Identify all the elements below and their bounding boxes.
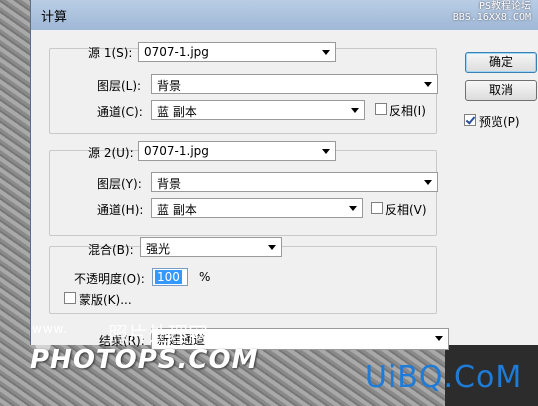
overlay-brand-logo: PHOTOPS.COM (30, 345, 259, 375)
source1-invert-checkbox[interactable] (375, 103, 387, 115)
dialog-title: 计算 (41, 10, 68, 25)
source1-layer-value: 背景 (157, 79, 182, 93)
source1-layer-label: 图层(L): (97, 79, 142, 93)
chevron-down-icon (435, 336, 443, 341)
chevron-down-icon (268, 245, 276, 250)
source1-label: 源 1(S): (88, 46, 133, 60)
source2-invert-label: 反相(V) (385, 203, 427, 217)
mask-label: 蒙版(K)... (79, 293, 132, 307)
calculations-dialog: 计算 PS教程论坛 BBS.16XX8.COM 源 1(S): 0707-1.j… (30, 0, 538, 350)
chevron-down-icon (424, 180, 432, 185)
source2-layer-label: 图层(Y): (97, 177, 142, 191)
source2-layer-value: 背景 (157, 177, 182, 191)
mask-checkbox[interactable] (64, 292, 76, 304)
preview-label: 预览(P) (479, 115, 520, 129)
source1-channel-value: 蓝 副本 (157, 105, 197, 119)
site-logo: UiBQ.CoM (365, 360, 523, 395)
source2-channel-label: 通道(H): (97, 203, 144, 217)
blend-mode-select[interactable]: 强光 (140, 237, 282, 257)
source2-label: 源 2(U): (88, 146, 134, 160)
opacity-value: 100 (155, 270, 182, 284)
chevron-down-icon (322, 149, 330, 154)
source1-invert-label: 反相(I) (389, 104, 426, 118)
blend-label: 混合(B): (88, 243, 134, 257)
forum-watermark: PS教程论坛 BBS.16XX8.COM (453, 1, 531, 23)
source2-invert-checkbox[interactable] (371, 202, 383, 214)
source1-file-select[interactable]: 0707-1.jpg (138, 42, 336, 62)
chevron-down-icon (322, 50, 330, 55)
source1-channel-label: 通道(C): (97, 105, 143, 119)
source2-channel-value: 蓝 副本 (157, 203, 197, 217)
opacity-unit: % (199, 270, 211, 284)
preview-checkbox[interactable] (464, 114, 476, 126)
source1-layer-select[interactable]: 背景 (151, 74, 438, 94)
chevron-down-icon (349, 206, 357, 211)
opacity-label: 不透明度(O): (74, 272, 145, 286)
source2-layer-select[interactable]: 背景 (151, 172, 438, 192)
dialog-body: 源 1(S): 0707-1.jpg 图层(L): 背景 通道(C): 蓝 副本… (41, 30, 538, 350)
cancel-button[interactable]: 取消 (465, 80, 537, 101)
source2-group (49, 150, 437, 236)
chevron-down-icon (424, 82, 432, 87)
source2-file-select[interactable]: 0707-1.jpg (138, 141, 336, 161)
chevron-down-icon (351, 108, 359, 113)
source2-channel-select[interactable]: 蓝 副本 (151, 198, 363, 218)
source2-file-value: 0707-1.jpg (144, 144, 209, 158)
ok-button[interactable]: 确定 (465, 52, 537, 73)
blend-mode-value: 强光 (146, 242, 171, 256)
source1-file-value: 0707-1.jpg (144, 45, 209, 59)
title-bar[interactable]: 计算 PS教程论坛 BBS.16XX8.COM (31, 0, 538, 30)
overlay-mid-text: 照片处理网 (108, 322, 208, 346)
overlay-small-text: www. (32, 322, 69, 336)
opacity-input[interactable]: 100 (152, 268, 188, 286)
source1-channel-select[interactable]: 蓝 副本 (151, 100, 365, 120)
watermark-line2: BBS.16XX8.COM (452, 12, 531, 23)
watermark-line1: PS教程论坛 (478, 1, 531, 12)
